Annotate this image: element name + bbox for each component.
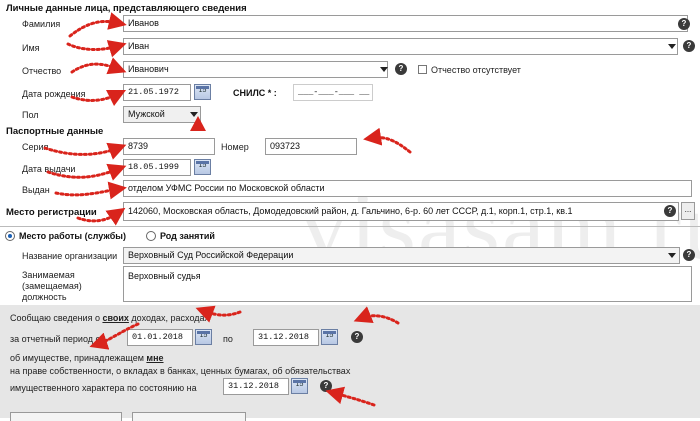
annotation-arrows <box>43 12 412 407</box>
